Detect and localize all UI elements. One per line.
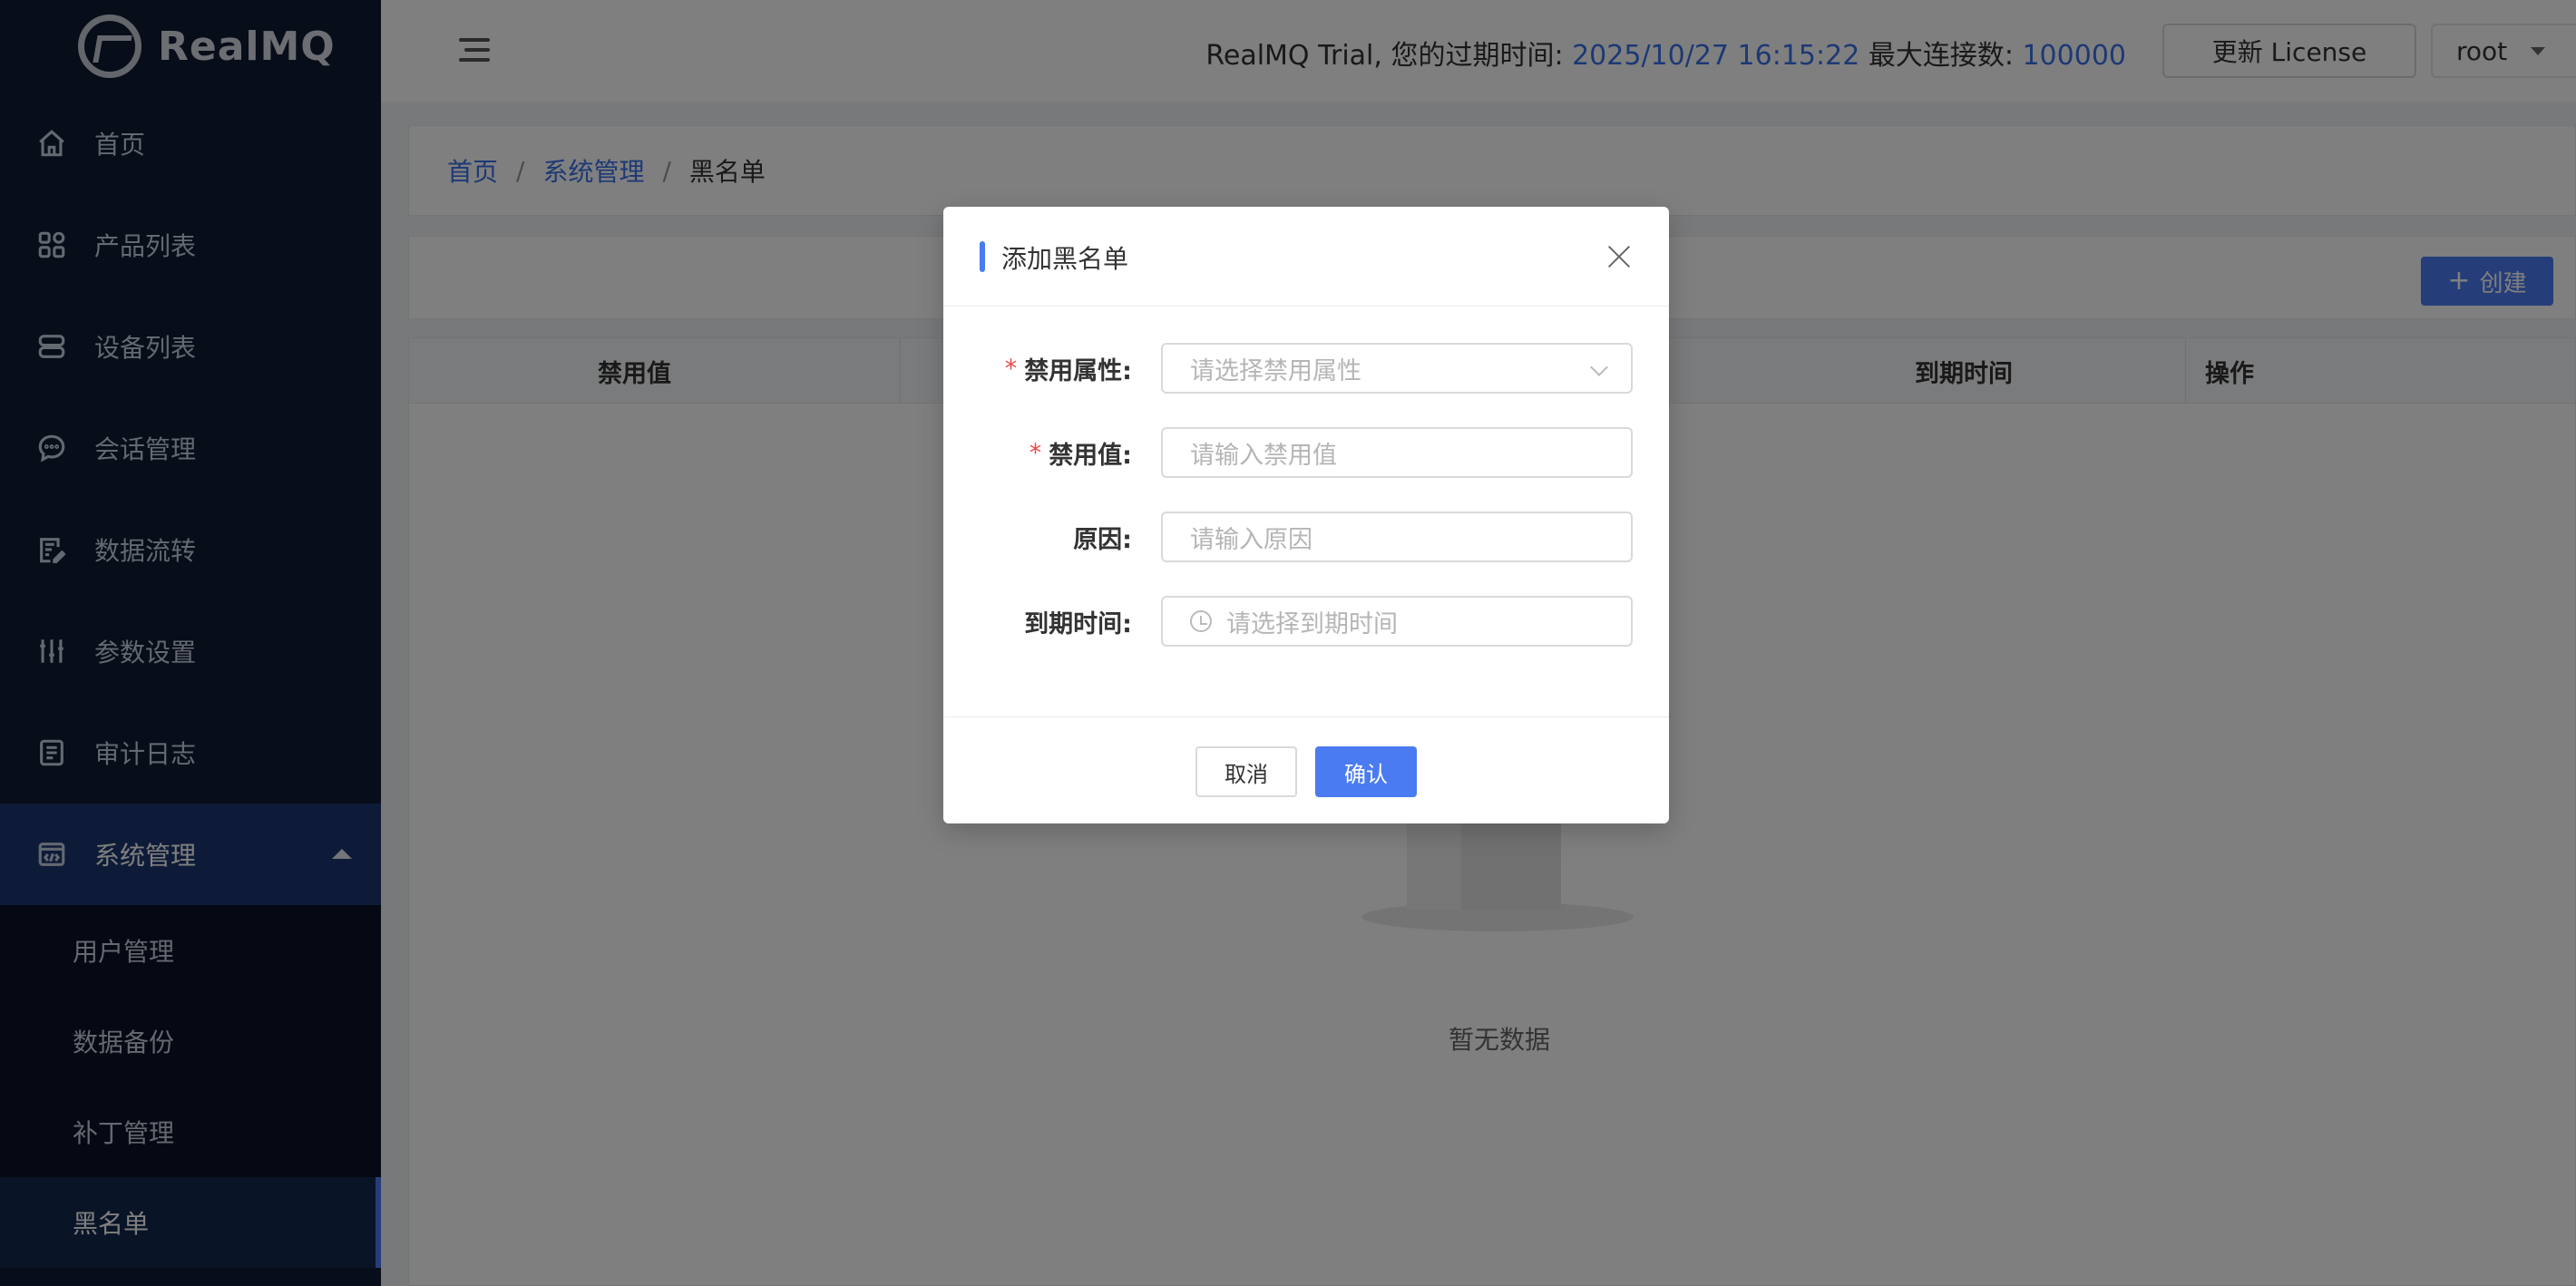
- expire-time-picker[interactable]: 请选择到期时间: [1161, 596, 1633, 647]
- dialog-header: 添加黑名单: [943, 207, 1669, 307]
- required-mark: *: [1004, 354, 1018, 383]
- field-label: 原因:: [1073, 511, 1132, 562]
- value-input[interactable]: 请输入禁用值: [1161, 427, 1633, 478]
- cancel-button[interactable]: 取消: [1195, 746, 1297, 797]
- field-label-text: 原因:: [1073, 525, 1132, 554]
- chevron-down-icon: [1590, 358, 1608, 376]
- input-placeholder: 请输入原因: [1190, 525, 1312, 554]
- required-mark: *: [1029, 438, 1042, 467]
- field-label-text: 禁用属性:: [1024, 356, 1132, 385]
- form-row-value: * 禁用值: 请输入禁用值: [943, 427, 1669, 478]
- field-label: * 禁用属性:: [1005, 343, 1132, 394]
- select-placeholder: 请选择禁用属性: [1190, 356, 1361, 385]
- input-placeholder: 请输入禁用值: [1190, 441, 1337, 470]
- field-label: 到期时间:: [1024, 596, 1132, 647]
- reason-input[interactable]: 请输入原因: [1161, 511, 1633, 562]
- input-placeholder: 请选择到期时间: [1226, 609, 1398, 638]
- field-label-text: 禁用值:: [1049, 441, 1132, 470]
- field-label: * 禁用值:: [1029, 427, 1132, 478]
- dialog-title: 添加黑名单: [1001, 244, 1129, 274]
- form-row-reason: 原因: 请输入原因: [943, 511, 1669, 562]
- add-blacklist-dialog: 添加黑名单 * 禁用属性: 请选择禁用属性 * 禁用值: 请输入禁用值 原因: 请输…: [943, 207, 1669, 823]
- close-icon[interactable]: [1607, 245, 1631, 268]
- form-row-expire: 到期时间: 请选择到期时间: [943, 596, 1669, 647]
- field-label-text: 到期时间:: [1024, 609, 1132, 638]
- clock-icon: [1190, 610, 1212, 632]
- dialog-footer: 取消 确认: [943, 716, 1669, 823]
- attribute-select[interactable]: 请选择禁用属性: [1161, 343, 1633, 394]
- title-accent-bar: [980, 241, 985, 272]
- confirm-button[interactable]: 确认: [1315, 746, 1417, 797]
- form-row-attribute: * 禁用属性: 请选择禁用属性: [943, 343, 1669, 394]
